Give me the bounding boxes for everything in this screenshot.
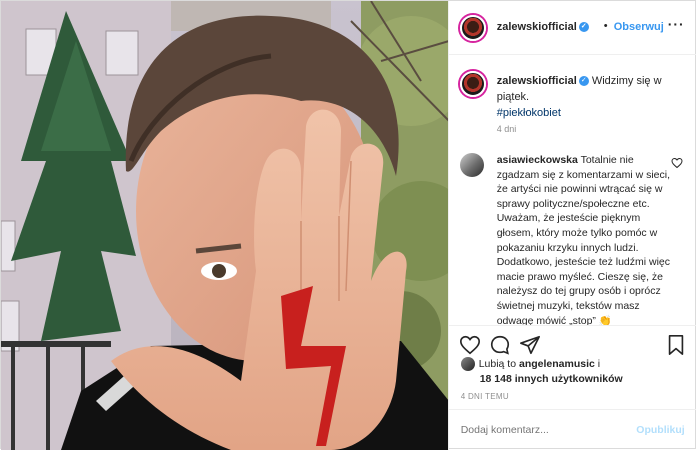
caption-username[interactable]: zalewskiofficial xyxy=(497,75,577,87)
caption-text: zalewskiofficial ✓ Widzimy się w piątek. … xyxy=(497,73,665,121)
likes-others-link[interactable]: 18 148 innych użytkowników xyxy=(480,372,691,387)
share-paper-plane-icon[interactable] xyxy=(519,334,541,356)
caption-avatar[interactable] xyxy=(459,71,486,97)
comment-like-heart-icon[interactable] xyxy=(671,157,683,169)
caption-hashtag[interactable]: #piekłokobiet xyxy=(497,105,665,121)
liker-avatar[interactable] xyxy=(460,357,475,372)
comment-body: Totalnie nie zgadzam się z komentarzami … xyxy=(496,154,671,325)
comment-bubble-icon[interactable] xyxy=(489,334,511,356)
commenter-avatar[interactable] xyxy=(459,153,484,177)
separator-dot: • xyxy=(603,20,608,32)
more-horizontal-icon[interactable]: ··· xyxy=(668,16,685,32)
comment-input[interactable] xyxy=(460,424,621,436)
instagram-post-modal: zalewskiofficial ✓ • Obserwuj ··· zalewsk… xyxy=(0,0,696,450)
likes-conjunction: i xyxy=(597,358,601,370)
author-username[interactable]: zalewskiofficial ✓ xyxy=(497,21,589,33)
liker-username[interactable]: angelenamusic xyxy=(519,358,595,370)
post-timestamp[interactable]: 4 DNI TEMU xyxy=(461,392,509,401)
like-heart-icon[interactable] xyxy=(459,334,481,356)
publish-button[interactable]: Opublikuj xyxy=(636,424,684,436)
post-sidebar: zalewskiofficial ✓ • Obserwuj ··· zalewsk… xyxy=(447,1,696,450)
post-photo[interactable] xyxy=(1,1,448,450)
verified-icon: ✓ xyxy=(578,76,589,87)
likes-summary: Lubią to angelenamusic i 18 148 innych u… xyxy=(460,357,691,387)
post-header: zalewskiofficial ✓ • Obserwuj ··· xyxy=(448,1,696,55)
save-bookmark-icon[interactable] xyxy=(665,334,687,356)
likes-prefix: Lubią to xyxy=(478,358,517,370)
photo-illustration xyxy=(1,1,448,450)
author-username-text[interactable]: zalewskiofficial xyxy=(497,21,577,33)
commenter-username[interactable]: asiawieckowska xyxy=(497,154,578,166)
caption-time[interactable]: 4 dni xyxy=(497,124,517,134)
comments-list[interactable]: zalewskiofficial ✓ Widzimy się w piątek. … xyxy=(449,55,696,325)
author-avatar[interactable] xyxy=(459,15,486,41)
comment-item: asiawieckowska Totalnie nie zgadzam się … xyxy=(497,153,673,325)
follow-button[interactable]: Obserwuj xyxy=(614,21,664,33)
verified-icon: ✓ xyxy=(578,22,589,33)
add-comment-bar: Opublikuj xyxy=(448,409,696,450)
clapping-emoji: 👏 xyxy=(598,314,612,325)
